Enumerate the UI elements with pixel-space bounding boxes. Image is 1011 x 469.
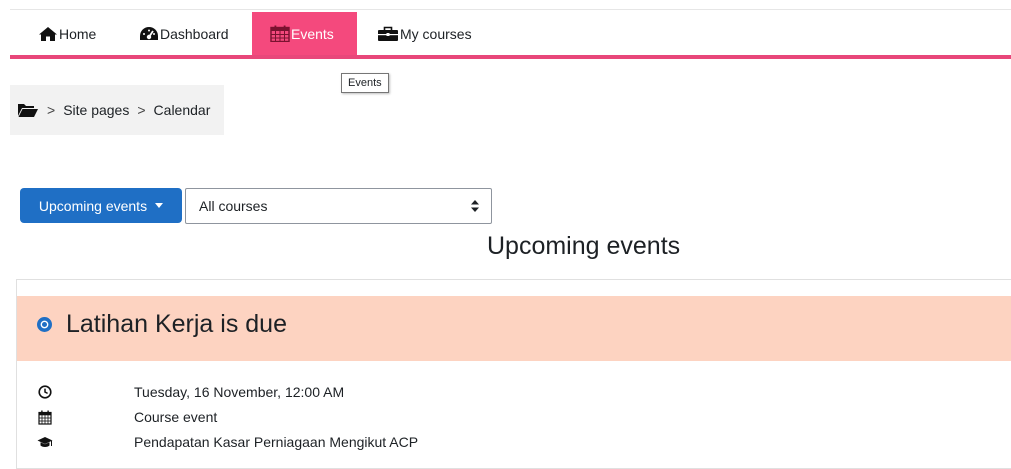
breadcrumb: > Site pages > Calendar bbox=[10, 85, 224, 135]
upcoming-events-button-label: Upcoming events bbox=[38, 197, 148, 214]
nav-item-label: Dashboard bbox=[160, 25, 229, 42]
briefcase-icon bbox=[377, 26, 399, 42]
assignment-event-icon bbox=[37, 317, 52, 332]
home-icon bbox=[38, 26, 58, 42]
nav-item-my-courses[interactable]: My courses bbox=[373, 12, 476, 55]
event-type-row: Course event bbox=[36, 408, 217, 426]
breadcrumb-separator: > bbox=[47, 102, 56, 118]
select-arrows-icon bbox=[471, 200, 479, 212]
course-select[interactable]: All courses bbox=[185, 188, 492, 224]
calendar-icon bbox=[270, 25, 290, 42]
nav-accent-line bbox=[10, 55, 1011, 59]
folder-open-icon bbox=[17, 102, 39, 118]
nav-item-label: Events bbox=[291, 25, 334, 42]
caret-down-icon bbox=[155, 203, 164, 208]
nav-item-label: My courses bbox=[400, 25, 472, 42]
course-select-value: All courses bbox=[199, 198, 268, 214]
graduation-cap-icon bbox=[36, 433, 54, 451]
event-type: Course event bbox=[134, 409, 218, 425]
dashboard-icon bbox=[139, 26, 159, 42]
nav-top-border bbox=[10, 9, 1011, 10]
calendar-icon bbox=[36, 408, 54, 426]
events-tooltip: Events bbox=[341, 73, 389, 93]
clock-icon bbox=[36, 383, 54, 401]
nav-item-dashboard[interactable]: Dashboard bbox=[135, 12, 233, 55]
event-course[interactable]: Pendapatan Kasar Perniagaan Mengikut ACP bbox=[134, 434, 418, 450]
breadcrumb-site-pages[interactable]: Site pages bbox=[63, 102, 129, 118]
event-date-row: Tuesday, 16 November, 12:00 AM bbox=[36, 383, 344, 401]
page-heading: Upcoming events bbox=[487, 232, 681, 260]
event-title[interactable]: Latihan Kerja is due bbox=[66, 310, 287, 339]
top-navigation-bar: Home Dashboard Events My courses bbox=[0, 0, 1011, 60]
breadcrumb-separator: > bbox=[137, 102, 146, 118]
nav-item-home[interactable]: Home bbox=[34, 12, 100, 55]
nav-item-events[interactable]: Events bbox=[252, 12, 357, 55]
breadcrumb-calendar[interactable]: Calendar bbox=[154, 102, 211, 118]
nav-item-label: Home bbox=[59, 25, 97, 42]
event-course-row: Pendapatan Kasar Perniagaan Mengikut ACP bbox=[36, 433, 418, 451]
event-date[interactable]: Tuesday, 16 November, 12:00 AM bbox=[134, 384, 344, 400]
upcoming-events-dropdown-button[interactable]: Upcoming events bbox=[20, 188, 182, 223]
